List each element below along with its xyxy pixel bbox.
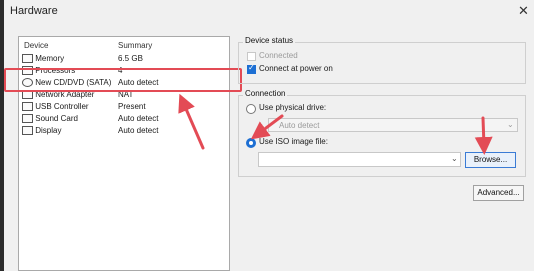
chevron-down-icon: ⌄ (451, 154, 458, 163)
usb-icon (22, 102, 33, 112)
device-status-label: Device status (243, 36, 296, 45)
physical-drive-value: Auto detect (279, 121, 320, 130)
device-column-header[interactable]: Device (24, 41, 48, 50)
connect-at-power-on-label: Connect at power on (259, 64, 333, 73)
device-name: Memory (35, 54, 65, 63)
check-icon: ✓ (248, 63, 255, 72)
connected-label: Connected (259, 51, 298, 60)
device-status-group (238, 42, 526, 84)
device-summary: 6.5 GB (118, 54, 143, 63)
display-icon (22, 126, 33, 136)
connected-checkbox[interactable] (247, 52, 256, 61)
connection-label: Connection (243, 89, 288, 98)
device-summary: Auto detect (118, 114, 159, 123)
speaker-icon (22, 114, 33, 124)
close-icon[interactable]: ✕ (518, 3, 529, 19)
iso-path-combobox[interactable]: ⌄ (258, 152, 461, 167)
advanced-button[interactable]: Advanced... (473, 185, 524, 201)
window-edge (0, 0, 4, 271)
device-name: USB Controller (35, 102, 89, 111)
title-bar (4, 0, 534, 24)
use-physical-drive-label: Use physical drive: (259, 103, 327, 112)
device-name: Sound Card (35, 114, 78, 123)
physical-drive-select[interactable]: Auto detect ⌄ (268, 118, 518, 132)
list-item[interactable]: USB Controller (22, 101, 89, 113)
device-summary: Present (118, 102, 146, 111)
device-summary: Auto detect (118, 126, 159, 135)
use-iso-image-radio[interactable] (246, 138, 256, 148)
summary-column-header[interactable]: Summary (118, 41, 152, 50)
list-item[interactable]: Memory (22, 53, 64, 65)
use-iso-image-label: Use ISO image file: (259, 137, 328, 146)
window-title: Hardware (10, 5, 58, 17)
list-item[interactable]: Sound Card (22, 113, 78, 125)
list-item[interactable]: Display (22, 125, 61, 137)
use-physical-drive-radio[interactable] (246, 104, 256, 114)
browse-button[interactable]: Browse... (465, 152, 516, 168)
memory-icon (22, 54, 33, 64)
highlight-box (4, 68, 242, 92)
chevron-down-icon: ⌄ (507, 120, 514, 129)
device-name: Display (35, 126, 62, 135)
